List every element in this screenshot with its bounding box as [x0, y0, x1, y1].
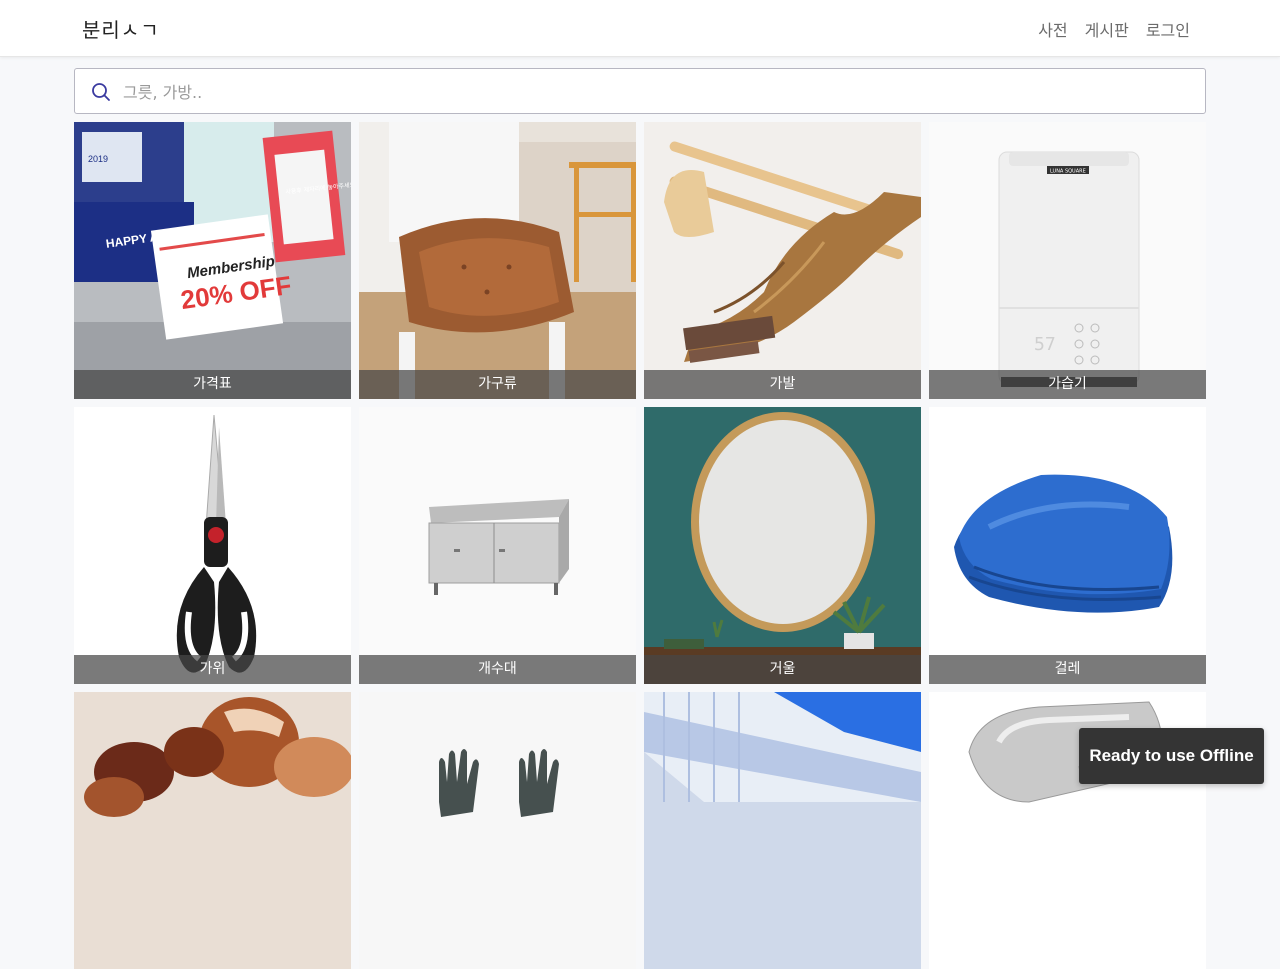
chair-image — [359, 122, 636, 399]
nav-links: 사전 게시판 로그인 — [1038, 17, 1190, 41]
search-bar — [74, 68, 1206, 115]
plastic-board-image — [644, 692, 921, 969]
image-text-2019: 2019 — [88, 154, 108, 164]
price-tag-image: HAPPY ANNIVERSARY 2019 사용후 제자리에 놓아주세요 Me… — [74, 122, 351, 399]
search-input[interactable] — [121, 69, 1195, 115]
wig-image — [644, 122, 921, 399]
tile-label: 개수대 — [359, 655, 636, 684]
category-tile[interactable]: 가발 — [644, 122, 921, 399]
tile-label: 가위 — [74, 655, 351, 684]
nav-link-dictionary[interactable]: 사전 — [1038, 17, 1067, 41]
scissors-image — [74, 407, 351, 684]
image-text-brand: LUNA SQUARE — [1050, 169, 1086, 175]
search-icon[interactable] — [91, 82, 111, 102]
tile-label: 걸레 — [929, 655, 1206, 684]
tile-label: 가구류 — [359, 370, 636, 399]
brand-logo[interactable]: 분리ㅅㄱ — [82, 14, 160, 43]
gloves-image — [359, 692, 636, 969]
category-tile[interactable] — [359, 692, 636, 969]
tile-label: 거울 — [644, 655, 921, 684]
image-text-display: 57 — [1034, 334, 1056, 355]
humidifier-image: LUNA SQUARE 57 — [929, 122, 1206, 399]
top-navbar: 분리ㅅㄱ 사전 게시판 로그인 — [0, 0, 1280, 57]
category-tile[interactable]: 걸레 — [929, 407, 1206, 684]
tile-label: 가격표 — [74, 370, 351, 399]
offline-ready-toast: Ready to use Offline — [1079, 728, 1264, 784]
eggs-image — [74, 692, 351, 969]
category-grid: HAPPY ANNIVERSARY 2019 사용후 제자리에 놓아주세요 Me… — [74, 122, 1206, 969]
tile-label: 가습기 — [929, 370, 1206, 399]
sink-image — [359, 407, 636, 684]
category-tile[interactable]: LUNA SQUARE 57 가습기 — [929, 122, 1206, 399]
nav-link-board[interactable]: 게시판 — [1085, 17, 1129, 41]
category-tile[interactable]: 개수대 — [359, 407, 636, 684]
category-tile[interactable]: 거울 — [644, 407, 921, 684]
mop-cloth-image — [929, 407, 1206, 684]
category-tile[interactable] — [74, 692, 351, 969]
nav-link-login[interactable]: 로그인 — [1146, 17, 1190, 41]
mirror-image — [644, 407, 921, 684]
category-tile[interactable]: 가구류 — [359, 122, 636, 399]
category-tile[interactable]: 가위 — [74, 407, 351, 684]
category-tile[interactable]: HAPPY ANNIVERSARY 2019 사용후 제자리에 놓아주세요 Me… — [74, 122, 351, 399]
category-tile[interactable] — [644, 692, 921, 969]
tile-label: 가발 — [644, 370, 921, 399]
